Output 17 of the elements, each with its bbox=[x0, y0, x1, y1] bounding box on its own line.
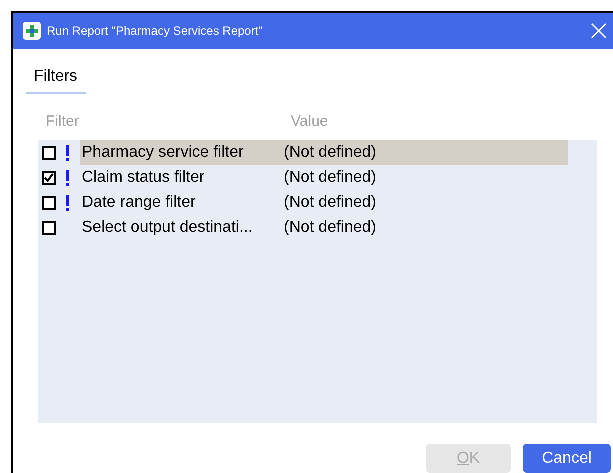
filter-name: Claim status filter bbox=[81, 168, 206, 188]
filter-name: Date range filter bbox=[81, 192, 197, 212]
filter-value: (Not defined) bbox=[284, 168, 376, 188]
column-header: Value bbox=[291, 112, 328, 132]
cancel-button[interactable]: Cancel bbox=[523, 444, 611, 473]
window-title: Run Report "Pharmacy Services Report" bbox=[47, 23, 263, 40]
column-header: Filter bbox=[46, 112, 80, 132]
filter-row[interactable]: Select output destinati... (Not defined) bbox=[80, 215, 568, 240]
filter-value: (Not defined) bbox=[284, 218, 376, 238]
filter-value: (Not defined) bbox=[284, 142, 376, 162]
filter-row[interactable]: Pharmacy service filter (Not defined) bbox=[80, 140, 568, 165]
filter-row[interactable]: Claim status filter (Not defined) bbox=[80, 165, 568, 190]
filters-tab[interactable]: Filters bbox=[26, 65, 86, 94]
filter-row[interactable]: Date range filter (Not defined) bbox=[80, 190, 568, 215]
filter-name: Pharmacy service filter bbox=[81, 142, 245, 162]
filter-value: (Not defined) bbox=[284, 192, 376, 212]
filter-name: Select output destinati... bbox=[81, 218, 254, 238]
